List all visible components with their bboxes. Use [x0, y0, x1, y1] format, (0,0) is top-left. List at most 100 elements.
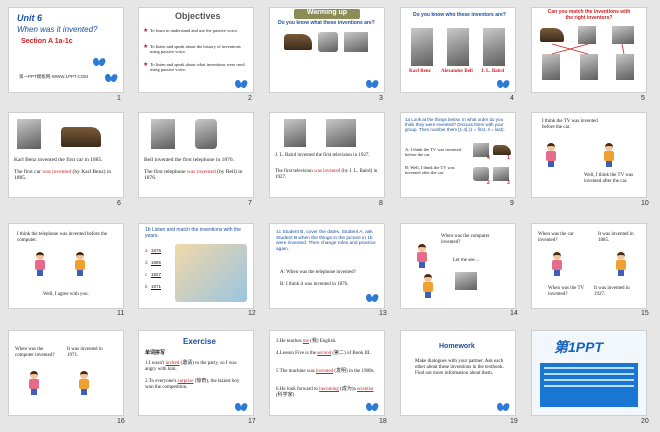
exercise-instructions: 1b Listen and match the inventions with …: [145, 227, 241, 239]
slide-thumbnail-19[interactable]: Homework Make dialogues with your partne…: [401, 331, 515, 415]
slide-thumbnail-18[interactable]: 3.He teaches me (我) English. 4.Lesson Fi…: [270, 331, 384, 415]
butterfly-icon: [235, 80, 247, 89]
boy-figure: [79, 371, 89, 395]
slide-number: 5: [641, 95, 645, 102]
order-number: 1: [507, 155, 510, 161]
slide-thumbnail-1[interactable]: Unit 6 When was it invented? Section A 1…: [9, 8, 123, 92]
butterfly-icon: [235, 403, 247, 412]
slide-number: 10: [641, 200, 649, 207]
section-label: Section A 1a-1c: [21, 38, 73, 45]
computer-image: [455, 272, 477, 290]
star-icon: ★: [143, 44, 149, 50]
year-label: 1876: [151, 248, 162, 255]
exercise-item: 1.I wasn't invited (邀请) to the party, so…: [145, 361, 237, 372]
answer-letter: a: [145, 248, 148, 253]
slide-thumbnail-11[interactable]: I think the telephone was invented befor…: [9, 224, 123, 308]
exercise-item: 2.To everyone's surprise (惊奇), the lazie…: [145, 379, 240, 390]
inventions-illustration: [175, 244, 247, 302]
boy-figure: [75, 252, 85, 276]
passive-sentence: The first telephone was invented (by Bel…: [144, 169, 243, 182]
slide-thumbnail-12[interactable]: 1b Listen and match the inventions with …: [139, 224, 253, 308]
slide-thumbnail-6[interactable]: Karl Benz invented the first car in 1885…: [9, 113, 123, 197]
speech-bubble: It was invented in 1971.: [67, 347, 103, 358]
speech-bubble: When was the computer invented?: [15, 347, 55, 358]
dialogue-line: A: When was the telephone invented?: [280, 270, 356, 275]
slide-number: 1: [117, 95, 121, 102]
order-number: 3: [507, 180, 510, 186]
exercise-subheading: 单词拼写: [145, 350, 166, 356]
objective-item: To learn to understand and use the passi…: [150, 28, 239, 33]
star-icon: ★: [143, 28, 149, 34]
active-sentence: Bell invented the first telephone in 187…: [144, 157, 234, 163]
order-number: 4: [487, 155, 490, 161]
panel-line: [544, 367, 634, 369]
telephone-image: [195, 119, 217, 149]
slide-number: 7: [248, 200, 252, 207]
speech-bubble: Well, I think the TV was invented after …: [584, 173, 634, 184]
boy-figure: [423, 274, 433, 298]
slide-number: 18: [379, 418, 387, 425]
girl-figure: [417, 244, 427, 268]
answer-letter: b: [145, 284, 148, 289]
slide-thumbnail-10[interactable]: I think the TV was invented before the c…: [532, 113, 646, 197]
panel-line: [544, 373, 634, 375]
homework-heading: Homework: [439, 343, 475, 350]
telephone-image: [318, 32, 338, 52]
warming-up-heading: Warming up: [294, 9, 360, 19]
inventor-name: Karl Benz: [409, 69, 431, 74]
homework-text: Make dialogues with your partner. Ask ea…: [415, 359, 504, 376]
portrait-image: [284, 119, 306, 147]
slide-thumbnail-17[interactable]: Exercise 单词拼写 1.I wasn't invited (邀请) to…: [139, 331, 253, 415]
exercise-item: 6.He look forward to becoming (成为)a scie…: [276, 387, 374, 398]
dialogue-line: B: I think it was invented in 1876.: [280, 282, 349, 287]
slide-thumbnail-8[interactable]: J. L. Baird invented the first televisio…: [270, 113, 384, 197]
panel-line: [544, 379, 634, 381]
butterfly-icon: [93, 58, 105, 67]
slide-thumbnail-9[interactable]: 1a Look at the things below. In what ord…: [401, 113, 515, 197]
speech-bubble: It was invented in 1885.: [598, 232, 634, 243]
brand-logo: 第1PPT: [554, 339, 604, 355]
lesson-title: When was it invented?: [17, 25, 98, 34]
slide-number: 15: [641, 310, 649, 317]
slide-thumbnail-14[interactable]: When was the computer invented? Let me s…: [401, 224, 515, 308]
speech-bubble: When was the computer invented?: [441, 234, 490, 245]
slide-thumbnail-3[interactable]: Warming up Do you know what these invent…: [270, 8, 384, 92]
objective-item: To listen and speak about what invention…: [150, 62, 245, 73]
butterfly-icon: [497, 403, 509, 412]
slide-thumbnail-4[interactable]: Do you know who these inventors are? Kar…: [401, 8, 515, 92]
television-image: [344, 32, 368, 52]
slide-thumbnail-20[interactable]: 第1PPT: [532, 331, 646, 415]
dialogue-line: A: I think the TV was invented before th…: [405, 147, 461, 158]
answer-letter: c: [145, 272, 148, 277]
speech-bubble: When was the TV invented?: [548, 286, 585, 297]
girl-figure: [29, 371, 39, 395]
portrait-image: [151, 119, 175, 149]
slide-question: Do you know who these inventors are?: [413, 12, 506, 18]
exercise-heading: Exercise: [183, 337, 216, 346]
objectives-heading: Objectives: [175, 11, 221, 21]
girl-figure: [546, 143, 556, 167]
telephone-image: [473, 167, 489, 181]
passive-sentence: The first television was invented (by J.…: [275, 169, 378, 180]
slide-thumbnail-7[interactable]: Bell invented the first telephone in 187…: [139, 113, 253, 197]
slide-thumbnail-5[interactable]: Can you match the inventions with the ri…: [532, 8, 646, 92]
slide-thumbnail-13[interactable]: 1c Student B, cover the dates. Student A…: [270, 224, 384, 308]
butterfly-icon: [366, 80, 378, 89]
unit-title: Unit 6: [17, 13, 43, 23]
slide-thumbnail-15[interactable]: When was the car invented? It was invent…: [532, 224, 646, 308]
order-number: 2: [487, 180, 490, 186]
objective-item: To listen and speak about the history of…: [150, 44, 241, 55]
passive-sentence: The first car was invented (by Karl Benz…: [14, 169, 112, 182]
footer-text: 第一PPT模板网-WWW.1PPT.COM: [19, 74, 88, 79]
butterfly-icon: [366, 403, 378, 412]
exercise-item: 5 The machine was invented (发明) in the 1…: [276, 369, 375, 374]
slide-number: 12: [248, 310, 256, 317]
slide-number: 14: [510, 310, 518, 317]
butterfly-icon: [105, 74, 117, 83]
slide-thumbnail-2[interactable]: Objectives ★ To learn to understand and …: [139, 8, 253, 92]
slide-thumbnail-16[interactable]: When was the computer invented? It was i…: [9, 331, 123, 415]
car-image: [284, 34, 312, 50]
slide-number: 20: [641, 418, 649, 425]
butterfly-icon: [497, 80, 509, 89]
exercise-instructions: 1c Student B, cover the dates. Student A…: [276, 230, 376, 252]
